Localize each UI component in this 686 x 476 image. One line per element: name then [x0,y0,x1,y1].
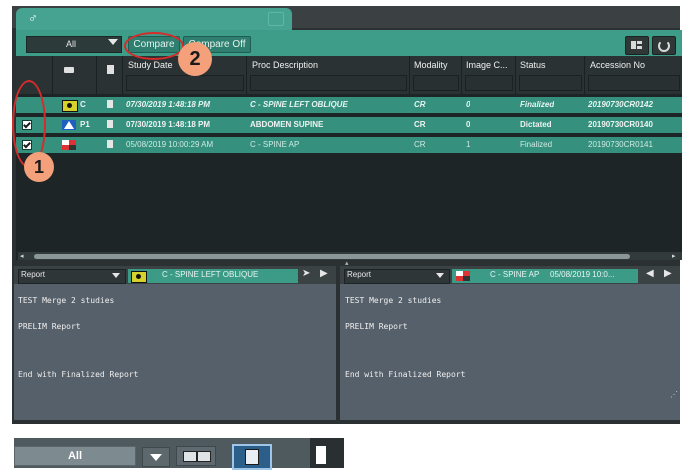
scrollbar-thumb[interactable] [34,254,630,259]
scroll-right-icon[interactable]: ▸ [672,252,676,260]
study-label: P1 [80,120,90,129]
image-count: 0 [466,120,471,129]
modality: CR [414,100,426,109]
study-label: C [80,100,86,109]
column-header-modality[interactable]: Modality [414,60,448,70]
proc-description-filter-input[interactable] [250,75,407,91]
column-divider [515,56,516,94]
modality: CR [414,140,426,149]
document-icon[interactable] [107,120,113,128]
study-date: 07/30/2019 1:48:18 PM [126,120,211,129]
study-status: Finalized [520,140,553,149]
image-icon [64,67,74,73]
column-header-study-date[interactable]: Study Date [128,60,173,70]
annotation-marker-2: 2 [178,42,212,76]
study-date: 07/30/2019 1:48:18 PM [126,100,211,109]
left-report-type: Report [21,270,46,279]
column-header-proc-description[interactable]: Proc Description [252,60,318,70]
column-divider [52,56,53,94]
column-header-image-count[interactable]: Image C... [466,60,508,70]
study-thumbnail [131,271,147,283]
image-count: 1 [466,140,471,149]
study-thumbnail [456,271,470,281]
status-filter-input[interactable] [519,75,582,91]
right-report-panel [340,266,680,420]
study-thumbnail [62,120,76,130]
active-tab[interactable] [16,8,292,30]
annotation-marker-1: 1 [24,152,54,182]
accession-no: 20190730CR0141 [588,140,653,149]
study-thumbnail [62,100,78,112]
next-icon[interactable]: ▶ [664,268,672,279]
column-divider [246,56,247,94]
image-count-filter-input[interactable] [465,75,513,91]
study-status: Dictated [520,120,552,129]
report-line: End with Finalized Report [18,370,139,379]
proc-description: C - SPINE AP [250,140,300,149]
bottom-filter-dropdown[interactable]: All [14,446,136,466]
report-line: TEST Merge 2 studies [18,296,115,305]
proc-description: ABDOMEN SUPINE [250,120,324,129]
chevron-down-icon[interactable] [436,273,444,278]
refresh-icon[interactable] [652,36,676,55]
annotation-ring-2 [124,32,184,60]
column-divider [96,56,97,94]
report-line: PRELIM Report [18,322,81,331]
chevron-down-icon[interactable] [112,273,120,278]
modality: CR [414,120,426,129]
layout-icon[interactable] [625,36,649,55]
report-line: PRELIM Report [345,322,408,331]
report-line: End with Finalized Report [345,370,466,379]
column-divider [584,56,585,94]
previous-icon[interactable]: ◀ [646,268,654,279]
study-status: Finalized [520,100,555,109]
document-icon [107,65,114,74]
column-divider [461,56,462,94]
document-icon[interactable] [107,140,113,148]
resize-grip-icon[interactable]: ⋰ [670,390,678,399]
study-thumbnail [62,140,76,150]
column-header-status[interactable]: Status [520,60,546,70]
proc-description: C - SPINE LEFT OBLIQUE [250,100,348,109]
document-icon[interactable] [107,100,113,108]
cursor-icon: ➤ [302,268,311,279]
right-report-study-date: 05/08/2019 10:0... [550,270,615,279]
male-symbol-icon: ♂ [28,10,38,25]
layout-icon[interactable] [176,446,216,466]
chevron-down-icon[interactable] [142,447,170,467]
modality-filter-input[interactable] [413,75,459,91]
play-icon[interactable]: ▶ [320,268,328,279]
right-report-type: Report [347,270,372,279]
image-count: 0 [466,100,471,109]
accession-no: 20190730CR0140 [588,120,653,129]
accession-no: 20190730CR0142 [588,100,653,109]
filter-value: All [65,39,76,49]
document-icon[interactable] [232,444,272,470]
right-report-study-name: C - SPINE AP [490,270,540,279]
report-line: TEST Merge 2 studies [345,296,442,305]
study-date-filter-input[interactable] [126,75,244,91]
left-report-panel [14,266,336,420]
tab-close-button[interactable] [268,12,284,26]
column-divider [409,56,410,94]
scroll-left-icon[interactable]: ◂ [20,252,24,260]
chevron-down-icon[interactable] [108,39,118,45]
left-report-study-name: C - SPINE LEFT OBLIQUE [162,270,259,279]
column-header-accession-no[interactable]: Accession No [590,60,645,70]
study-date: 05/08/2019 10:00:29 AM [126,140,214,149]
scrollbar-thumb[interactable] [316,446,326,464]
column-divider [122,56,123,94]
accession-filter-input[interactable] [588,75,680,91]
